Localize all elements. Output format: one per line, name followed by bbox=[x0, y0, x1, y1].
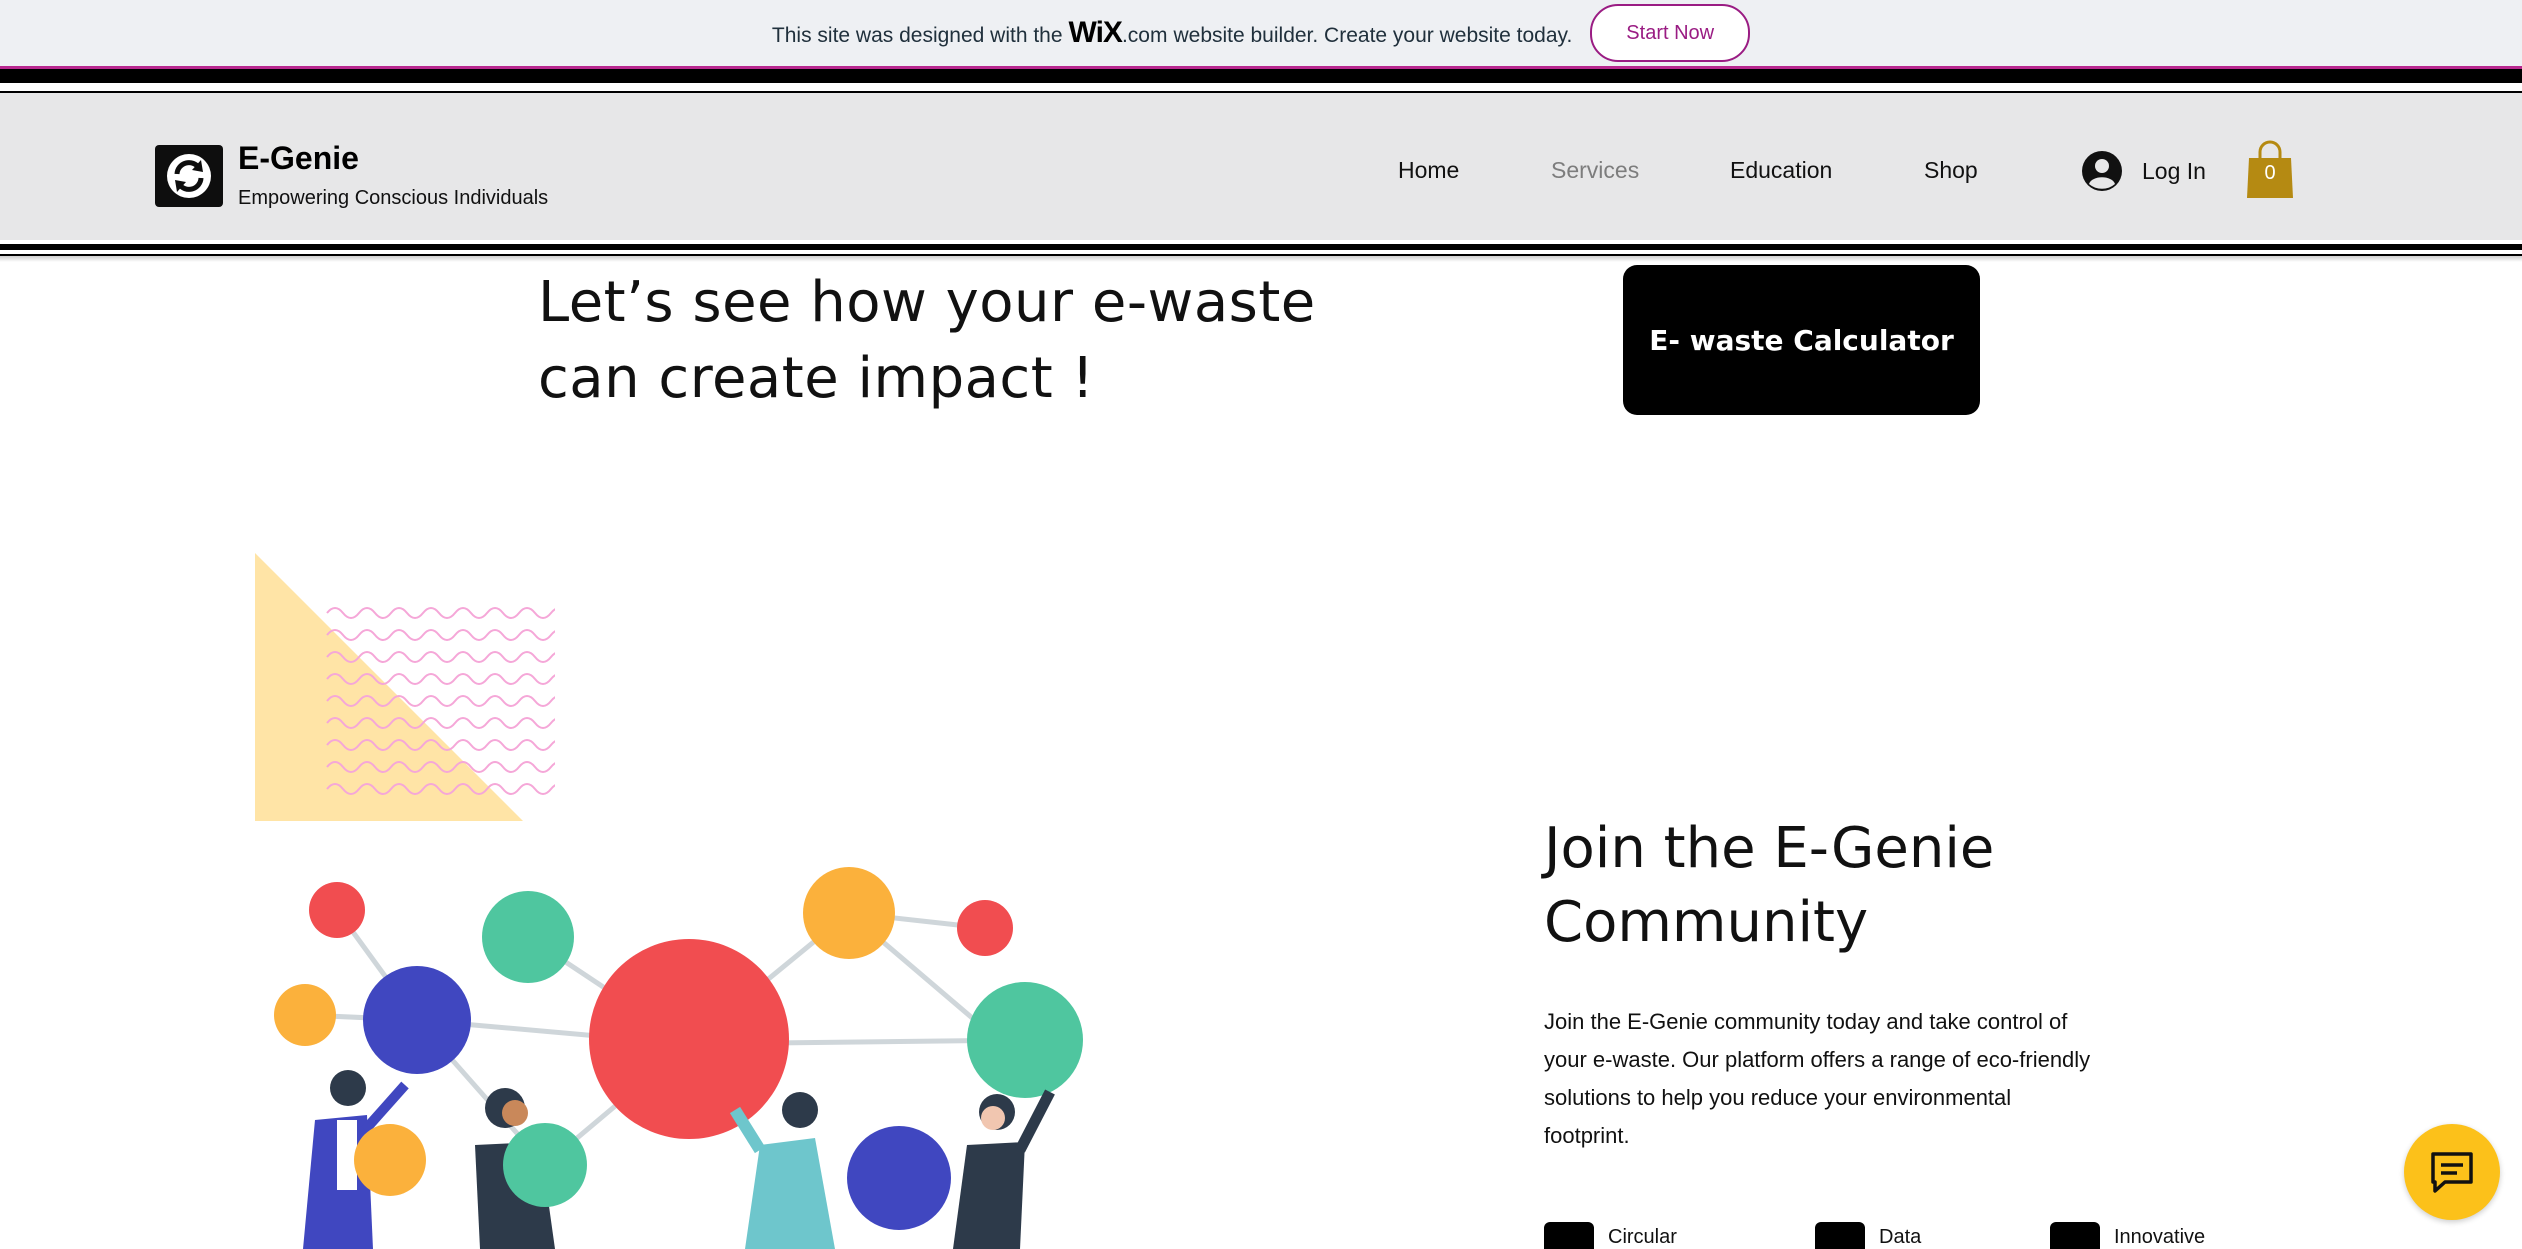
wix-banner: This site was designed with the WiX .com… bbox=[0, 0, 2522, 66]
feature-label: Data bbox=[1879, 1226, 1922, 1248]
hero-title-line-2: can create impact ! bbox=[538, 346, 1095, 411]
feature-label: Innovative bbox=[2114, 1226, 2206, 1248]
login-label: Log In bbox=[2142, 157, 2206, 184]
user-avatar-icon bbox=[2082, 151, 2122, 191]
hero-title-line-1: Let’s see how your e-waste bbox=[538, 270, 1316, 335]
community-title: Join the E-Genie Community bbox=[1544, 812, 2244, 960]
feature-label: Circular bbox=[1608, 1226, 1677, 1248]
feature-innovative: Innovative bbox=[2050, 1222, 2205, 1249]
wix-logo-suffix: .com bbox=[1121, 24, 1168, 47]
hero-title: Let’s see how your e-waste can create im… bbox=[538, 265, 1358, 417]
refresh-cycle-icon bbox=[167, 154, 211, 198]
header-shadow bbox=[0, 256, 2522, 262]
nav-services[interactable]: Services bbox=[1551, 157, 1639, 184]
nav-home[interactable]: Home bbox=[1398, 157, 1459, 184]
grid-icon bbox=[1544, 1222, 1594, 1249]
login-button[interactable]: Log In bbox=[2082, 151, 2206, 191]
community-description-line-1: Join the E-Genie community today and tak… bbox=[1544, 1009, 2068, 1034]
cart-count: 0 bbox=[2264, 162, 2276, 184]
person-figure-1 bbox=[303, 1070, 426, 1249]
community-title-line-1: Join the E-Genie bbox=[1544, 816, 1995, 881]
feature-circular: Circular bbox=[1544, 1222, 1677, 1249]
community-description-line-3: solutions to help you reduce your enviro… bbox=[1544, 1085, 2012, 1110]
wix-logo: WiX bbox=[1068, 16, 1123, 49]
chat-button[interactable] bbox=[2404, 1124, 2500, 1220]
community-title-line-2: Community bbox=[1544, 890, 1869, 955]
brand-tagline: Empowering Conscious Individuals bbox=[238, 187, 549, 209]
nav-shop[interactable]: Shop bbox=[1924, 157, 1978, 184]
e-waste-calculator-button[interactable]: E- waste Calculator bbox=[1623, 265, 1980, 415]
community-network-illustration bbox=[274, 867, 1083, 1249]
wix-banner-text: This site was designed with the WiX .com… bbox=[772, 16, 1572, 50]
wix-banner-text-before: This site was designed with the bbox=[771, 24, 1063, 47]
person-figure-4 bbox=[953, 1089, 1055, 1249]
site-logo[interactable] bbox=[155, 145, 223, 207]
nav-education[interactable]: Education bbox=[1730, 157, 1832, 184]
feature-data: Data bbox=[1815, 1222, 1921, 1249]
brush-icon bbox=[2050, 1222, 2100, 1249]
data-card-icon bbox=[1815, 1222, 1865, 1249]
wix-banner-text-after: website builder. Create your website tod… bbox=[1173, 24, 1573, 47]
community-description: Join the E-Genie community today and tak… bbox=[1544, 1003, 2144, 1155]
community-description-line-2: your e-waste. Our platform offers a rang… bbox=[1544, 1047, 2091, 1072]
start-now-button[interactable]: Start Now bbox=[1590, 4, 1751, 62]
header-bottom-line bbox=[0, 244, 2522, 250]
person-figure-2 bbox=[475, 1088, 587, 1249]
header-top-band bbox=[0, 69, 2522, 83]
brand-name[interactable]: E-Genie bbox=[238, 140, 359, 177]
chat-bubble-icon bbox=[2431, 1152, 2473, 1193]
decorative-triangle-waves bbox=[255, 553, 555, 821]
community-description-line-4: footprint. bbox=[1544, 1123, 1630, 1148]
cart-button[interactable]: 0 bbox=[2246, 140, 2294, 200]
